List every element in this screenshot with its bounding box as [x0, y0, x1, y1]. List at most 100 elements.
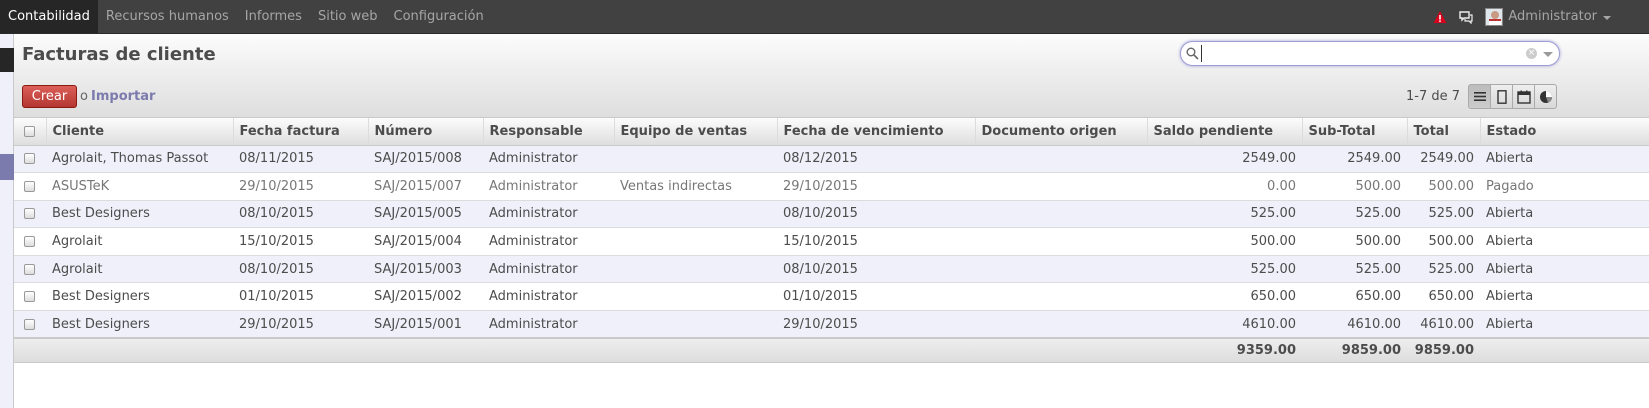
cell-equipo-de-ventas[interactable] [614, 310, 777, 339]
cell-fecha-de-vencimiento[interactable]: 15/10/2015 [777, 227, 975, 256]
row-checkbox[interactable] [24, 153, 35, 165]
cell-total[interactable]: 500.00 [1407, 172, 1480, 201]
table-row[interactable]: Best Designers 29/10/2015 SAJ/2015/001 Admi… [14, 310, 1649, 339]
cell-numero[interactable]: SAJ/2015/002 [368, 282, 483, 311]
cell-numero[interactable]: SAJ/2015/003 [368, 254, 483, 283]
pager-value[interactable]: 1-7 de 7 [1406, 89, 1460, 104]
cell-fecha-factura[interactable]: 29/10/2015 [233, 310, 368, 339]
cell-sub-total[interactable]: 4610.00 [1302, 310, 1407, 339]
chat-icon[interactable] [1459, 10, 1473, 24]
row-checkbox[interactable] [24, 236, 35, 248]
cell-saldo-pendiente[interactable]: 0.00 [1147, 172, 1302, 201]
column-header-responsable[interactable]: Responsable [482, 118, 614, 146]
cell-fecha-factura[interactable]: 08/10/2015 [233, 254, 368, 283]
column-header-estado[interactable]: Estado [1479, 118, 1649, 146]
menu-sitio-web[interactable]: Sitio web [310, 0, 386, 33]
row-checkbox[interactable] [24, 208, 35, 220]
cell-sub-total[interactable]: 2549.00 [1302, 144, 1407, 173]
list-view-button[interactable] [1468, 84, 1491, 109]
cell-cliente[interactable]: Best Designers [46, 282, 233, 311]
column-header-sub-total[interactable]: Sub-Total [1301, 118, 1407, 146]
cell-saldo-pendiente[interactable]: 650.00 [1147, 282, 1302, 311]
clear-search-icon[interactable]: × [1526, 48, 1537, 59]
cell-fecha-factura[interactable]: 08/10/2015 [233, 199, 368, 228]
cell-total[interactable]: 2549.00 [1407, 144, 1480, 173]
form-view-button[interactable] [1490, 84, 1513, 109]
cell-responsable[interactable]: Administrator [483, 282, 614, 311]
table-row[interactable]: Agrolait, Thomas Passot 08/11/2015 SAJ/201… [14, 144, 1649, 173]
cell-saldo-pendiente[interactable]: 525.00 [1147, 254, 1302, 283]
cell-total[interactable]: 500.00 [1407, 227, 1480, 256]
cell-fecha-de-vencimiento[interactable]: 01/10/2015 [777, 282, 975, 311]
cell-total[interactable]: 525.00 [1407, 254, 1480, 283]
column-header-fecha-factura[interactable]: Fecha factura [232, 118, 368, 146]
cell-numero[interactable]: SAJ/2015/007 [368, 172, 483, 201]
calendar-view-button[interactable] [1512, 84, 1535, 109]
column-header-saldo-pendiente[interactable]: Saldo pendiente [1146, 118, 1302, 146]
column-header-fecha-de-vencimiento[interactable]: Fecha de vencimiento [776, 118, 975, 146]
cell-estado[interactable]: Pagado [1480, 172, 1649, 201]
cell-fecha-factura[interactable]: 29/10/2015 [233, 172, 368, 201]
cell-responsable[interactable]: Administrator [483, 310, 614, 339]
row-checkbox[interactable] [24, 291, 35, 303]
cell-documento-origen[interactable] [975, 254, 1147, 283]
cell-estado[interactable]: Abierta [1480, 254, 1649, 283]
row-checkbox[interactable] [24, 263, 35, 275]
cell-estado[interactable]: Abierta [1480, 199, 1649, 228]
cell-numero[interactable]: SAJ/2015/001 [368, 310, 483, 339]
search-box[interactable]: × [1180, 41, 1560, 66]
cell-responsable[interactable]: Administrator [483, 199, 614, 228]
cell-sub-total[interactable]: 500.00 [1302, 172, 1407, 201]
cell-estado[interactable]: Abierta [1480, 310, 1649, 339]
select-all-checkbox[interactable] [24, 125, 35, 137]
cell-documento-origen[interactable] [975, 144, 1147, 173]
menu-recursos-humanos[interactable]: Recursos humanos [98, 0, 237, 33]
cell-equipo-de-ventas[interactable]: Ventas indirectas [614, 172, 777, 201]
cell-equipo-de-ventas[interactable] [614, 282, 777, 311]
cell-saldo-pendiente[interactable]: 4610.00 [1147, 310, 1302, 339]
cell-equipo-de-ventas[interactable] [614, 199, 777, 228]
column-header-total[interactable]: Total [1406, 118, 1480, 146]
column-header-numero[interactable]: Número [367, 118, 483, 146]
create-button[interactable]: Crear [22, 85, 77, 108]
warning-icon[interactable] [1433, 10, 1447, 24]
cell-sub-total[interactable]: 525.00 [1302, 254, 1407, 283]
cell-cliente[interactable]: Best Designers [46, 310, 233, 339]
cell-equipo-de-ventas[interactable] [614, 254, 777, 283]
chevron-down-icon[interactable] [1603, 15, 1611, 20]
row-checkbox[interactable] [24, 318, 35, 330]
cell-fecha-factura[interactable]: 01/10/2015 [233, 282, 368, 311]
table-row[interactable]: Best Designers 08/10/2015 SAJ/2015/005 Admi… [14, 199, 1649, 228]
cell-cliente[interactable]: Best Designers [46, 199, 233, 228]
cell-numero[interactable]: SAJ/2015/005 [368, 199, 483, 228]
cell-total[interactable]: 525.00 [1407, 199, 1480, 228]
cell-fecha-factura[interactable]: 08/11/2015 [233, 144, 368, 173]
cell-sub-total[interactable]: 500.00 [1302, 227, 1407, 256]
cell-fecha-de-vencimiento[interactable]: 29/10/2015 [777, 172, 975, 201]
cell-estado[interactable]: Abierta [1480, 282, 1649, 311]
cell-saldo-pendiente[interactable]: 525.00 [1147, 199, 1302, 228]
cell-numero[interactable]: SAJ/2015/004 [368, 227, 483, 256]
menu-informes[interactable]: Informes [237, 0, 310, 33]
menu-contabilidad[interactable]: Contabilidad [0, 0, 98, 33]
column-header-cliente[interactable]: Cliente [45, 118, 233, 146]
search-input[interactable] [1201, 45, 1521, 62]
cell-responsable[interactable]: Administrator [483, 144, 614, 173]
menu-configuracion[interactable]: Configuración [386, 0, 492, 33]
cell-fecha-de-vencimiento[interactable]: 08/12/2015 [777, 144, 975, 173]
table-row[interactable]: Agrolait 08/10/2015 SAJ/2015/003 Administra… [14, 254, 1649, 283]
cell-cliente[interactable]: ASUSTeK [46, 172, 233, 201]
cell-fecha-de-vencimiento[interactable]: 08/10/2015 [777, 199, 975, 228]
sidebar-item-dark[interactable] [0, 48, 14, 72]
cell-documento-origen[interactable] [975, 227, 1147, 256]
import-link[interactable]: Importar [91, 89, 155, 104]
table-row[interactable]: Agrolait 15/10/2015 SAJ/2015/004 Administra… [14, 227, 1649, 256]
search-options-chevron-icon[interactable] [1543, 52, 1553, 57]
cell-documento-origen[interactable] [975, 199, 1147, 228]
cell-fecha-de-vencimiento[interactable]: 29/10/2015 [777, 310, 975, 339]
cell-cliente[interactable]: Agrolait, Thomas Passot [46, 144, 233, 173]
table-row[interactable]: Best Designers 01/10/2015 SAJ/2015/002 Admi… [14, 282, 1649, 311]
cell-saldo-pendiente[interactable]: 500.00 [1147, 227, 1302, 256]
user-menu[interactable]: Administrator [1508, 9, 1597, 24]
cell-responsable[interactable]: Administrator [483, 172, 614, 201]
